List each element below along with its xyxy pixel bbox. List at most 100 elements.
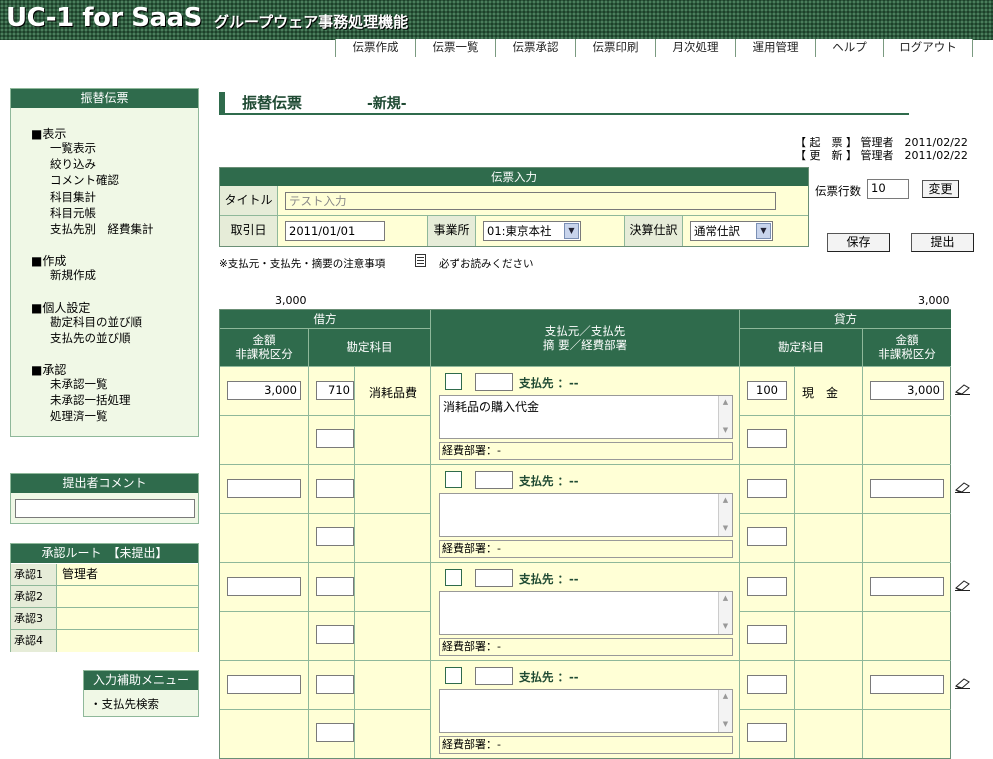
payee-code-input[interactable] bbox=[475, 667, 513, 685]
sidebar-item-bulk[interactable]: 未承認一括処理 bbox=[50, 392, 131, 408]
payee-checkbox[interactable] bbox=[445, 373, 462, 390]
sidebar-item-payee-order[interactable]: 支払先の並び順 bbox=[50, 330, 142, 346]
expense-dept-field[interactable]: 経費部署：- bbox=[439, 540, 733, 558]
memo-scrollbar[interactable]: ▲ ▼ bbox=[718, 690, 732, 732]
menu-item-monthly[interactable]: 月次処理 bbox=[655, 39, 735, 57]
eraser-icon[interactable] bbox=[955, 481, 971, 496]
debit-total: 3,000 bbox=[275, 294, 307, 307]
memo-textarea[interactable]: 消耗品の購入代金 ▲ ▼ bbox=[439, 395, 733, 439]
sidebar-item-payee-summary[interactable]: 支払先別 経費集計 bbox=[50, 221, 154, 237]
rows-label: 伝票行数 bbox=[815, 184, 861, 198]
sidebar-item-pending[interactable]: 未承認一覧 bbox=[50, 376, 131, 392]
menu-item-approve[interactable]: 伝票承認 bbox=[495, 39, 575, 57]
sidebar-title: 振替伝票 bbox=[11, 89, 198, 108]
settle-select[interactable]: 通常仕訳 ▼ bbox=[690, 221, 773, 241]
payee-checkbox[interactable] bbox=[445, 569, 462, 586]
menu-item-help[interactable]: ヘルプ bbox=[815, 39, 883, 57]
debit-amount-input[interactable] bbox=[227, 479, 301, 498]
office-label: 事業所 bbox=[427, 216, 476, 246]
credit-code-input[interactable] bbox=[747, 577, 787, 596]
note-text[interactable]: ※支払元・支払先・摘要の注意事項 bbox=[219, 256, 385, 271]
document-icon[interactable] bbox=[415, 254, 426, 267]
payee-checkbox[interactable] bbox=[445, 471, 462, 488]
sidebar-nav: 振替伝票 ■表示 一覧表示 絞り込み コメント確認 科目集計 科目元帳 支払先別… bbox=[10, 88, 199, 437]
debit-sub-input[interactable] bbox=[316, 723, 354, 742]
date-input[interactable]: 2011/01/01 bbox=[285, 221, 385, 241]
route-step-label: 承認3 bbox=[11, 608, 57, 629]
expense-dept-field[interactable]: 経費部署：- bbox=[439, 638, 733, 656]
menu-item-logout[interactable]: ログアウト bbox=[883, 39, 973, 57]
title-marker bbox=[219, 92, 225, 113]
sidebar-item-account-summary[interactable]: 科目集計 bbox=[50, 189, 154, 205]
credit-code-input[interactable]: 100 bbox=[747, 381, 787, 400]
route-step-approver bbox=[57, 630, 198, 652]
rows-input[interactable]: 10 bbox=[867, 179, 909, 199]
credit-amount-input[interactable] bbox=[870, 675, 944, 694]
credit-code-input[interactable] bbox=[747, 675, 787, 694]
payee-label: 支払先 ：-- bbox=[519, 474, 579, 488]
credit-amount-input[interactable] bbox=[870, 577, 944, 596]
credit-sub-input[interactable] bbox=[747, 429, 787, 448]
credit-account-header: 勘定科目 bbox=[740, 329, 863, 366]
settle-label: 決算仕訳 bbox=[624, 216, 683, 246]
submit-button[interactable]: 提出 bbox=[911, 233, 974, 252]
office-select[interactable]: 01:東京本社 ▼ bbox=[483, 221, 581, 241]
credit-amount-input[interactable] bbox=[870, 479, 944, 498]
menu-item-print[interactable]: 伝票印刷 bbox=[575, 39, 655, 57]
sidebar-item-new[interactable]: 新規作成 bbox=[50, 267, 96, 283]
payee-code-input[interactable] bbox=[475, 471, 513, 489]
sidebar-item-processed[interactable]: 処理済一覧 bbox=[50, 408, 131, 424]
eraser-icon[interactable] bbox=[955, 677, 971, 692]
sidebar-item-filter[interactable]: 絞り込み bbox=[50, 156, 154, 172]
credit-sub-input[interactable] bbox=[747, 625, 787, 644]
page-mode: -新規- bbox=[367, 96, 407, 112]
menu-item-admin[interactable]: 運用管理 bbox=[735, 39, 815, 57]
debit-amount-input[interactable] bbox=[227, 577, 301, 596]
memo-scrollbar[interactable]: ▲ ▼ bbox=[718, 592, 732, 634]
credit-sub-input[interactable] bbox=[747, 527, 787, 546]
memo-scrollbar[interactable]: ▲ ▼ bbox=[718, 396, 732, 438]
sidebar-item-ledger[interactable]: 科目元帳 bbox=[50, 205, 154, 221]
memo-textarea[interactable]: ▲ ▼ bbox=[439, 591, 733, 635]
debit-amount-input[interactable]: 3,000 bbox=[227, 381, 301, 400]
expense-dept-field[interactable]: 経費部署：- bbox=[439, 442, 733, 460]
payee-code-input[interactable] bbox=[475, 373, 513, 391]
save-button[interactable]: 保存 bbox=[827, 233, 890, 252]
menu-item-create[interactable]: 伝票作成 bbox=[335, 39, 415, 57]
debit-code-input[interactable] bbox=[316, 479, 354, 498]
credit-sub-input[interactable] bbox=[747, 723, 787, 742]
debit-sub-input[interactable] bbox=[316, 527, 354, 546]
comment-input[interactable] bbox=[15, 499, 195, 518]
debit-sub-input[interactable] bbox=[316, 429, 354, 448]
debit-code-input[interactable] bbox=[316, 675, 354, 694]
assist-menu-panel: 入力補助メニュー ・支払先検索 bbox=[83, 670, 199, 717]
credit-code-input[interactable] bbox=[747, 479, 787, 498]
memo-scrollbar[interactable]: ▲ ▼ bbox=[718, 494, 732, 536]
debit-code-input[interactable]: 710 bbox=[316, 381, 354, 400]
debit-sub-input[interactable] bbox=[316, 625, 354, 644]
change-button[interactable]: 変更 bbox=[922, 180, 959, 198]
payee-code-input[interactable] bbox=[475, 569, 513, 587]
route-step-approver: 管理者 bbox=[57, 564, 198, 585]
memo-textarea[interactable]: ▲ ▼ bbox=[439, 493, 733, 537]
credit-amount-input[interactable]: 3,000 bbox=[870, 381, 944, 400]
sidebar-item-comments[interactable]: コメント確認 bbox=[50, 172, 154, 188]
eraser-icon[interactable] bbox=[955, 383, 971, 398]
menu-item-list[interactable]: 伝票一覧 bbox=[415, 39, 495, 57]
assist-item-payee-search[interactable]: ・支払先検索 bbox=[90, 696, 159, 712]
sidebar-item-list[interactable]: 一覧表示 bbox=[50, 140, 154, 156]
route-step-approver bbox=[57, 586, 198, 607]
payee-checkbox[interactable] bbox=[445, 667, 462, 684]
debit-amount-input[interactable] bbox=[227, 675, 301, 694]
eraser-icon[interactable] bbox=[955, 579, 971, 594]
voucher-form: 伝票入力 タイトル テスト入力 取引日 2011/01/01 事業所 01:東京… bbox=[219, 167, 809, 247]
entry-row: 3,000 710 消耗品費 支払先 ：-- 消耗品の購入代金 ▲ ▼ 経費部署：… bbox=[220, 366, 951, 464]
debit-code-input[interactable] bbox=[316, 577, 354, 596]
title-input[interactable]: テスト入力 bbox=[285, 192, 776, 210]
title-underline bbox=[219, 113, 909, 115]
expense-dept-field[interactable]: 経費部署：- bbox=[439, 736, 733, 754]
sidebar-item-account-order[interactable]: 勘定科目の並び順 bbox=[50, 314, 142, 330]
app-logo: UC-1 for SaaS bbox=[6, 3, 202, 33]
credit-account-name: 現 金 bbox=[802, 386, 839, 400]
memo-textarea[interactable]: ▲ ▼ bbox=[439, 689, 733, 733]
